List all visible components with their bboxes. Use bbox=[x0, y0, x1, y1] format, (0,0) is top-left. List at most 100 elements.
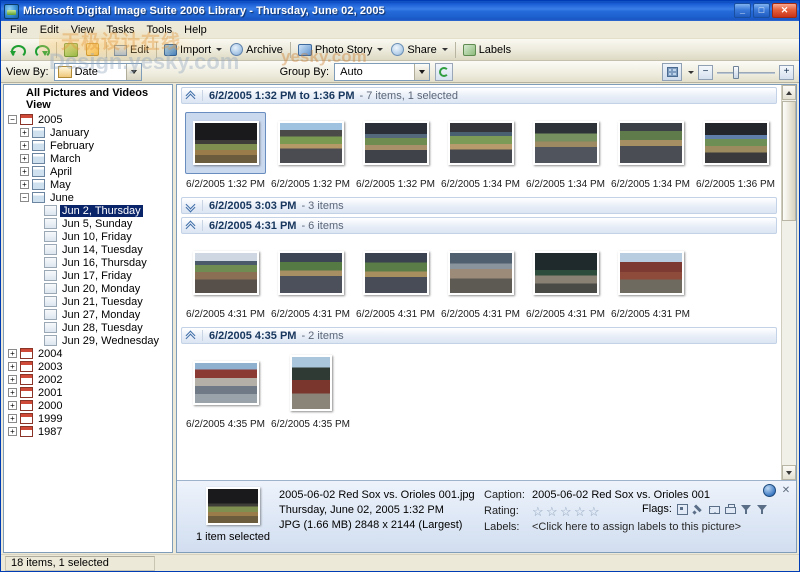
thumbnail-item[interactable]: 6/2/2005 1:32 PM bbox=[268, 110, 353, 190]
expand-icon[interactable]: + bbox=[20, 154, 29, 163]
tree-item-april[interactable]: + April bbox=[6, 165, 172, 178]
thumbnail-frame[interactable] bbox=[440, 112, 521, 174]
star-1[interactable]: ☆ bbox=[532, 505, 544, 518]
tree-root-row[interactable]: All Pictures and Videos View bbox=[4, 85, 172, 113]
help-icon[interactable] bbox=[763, 484, 776, 497]
archive-button[interactable]: Archive bbox=[226, 40, 287, 60]
thumbnail-frame[interactable] bbox=[610, 242, 691, 304]
details-thumbnail[interactable] bbox=[206, 487, 260, 525]
expand-icon[interactable]: + bbox=[20, 128, 29, 137]
tree-item-january[interactable]: + January bbox=[6, 126, 172, 139]
flag-funnel-icon[interactable] bbox=[741, 504, 752, 515]
thumbnail-frame[interactable] bbox=[440, 242, 521, 304]
view-by-combo[interactable]: Date bbox=[53, 62, 142, 81]
star-2[interactable]: ☆ bbox=[546, 505, 558, 518]
photo-story-button[interactable]: Photo Story bbox=[294, 40, 387, 60]
expand-icon[interactable]: + bbox=[8, 362, 17, 371]
collapse-icon[interactable]: − bbox=[20, 193, 29, 202]
tree-item-2003[interactable]: +2003 bbox=[6, 360, 172, 373]
tree-item-2002[interactable]: +2002 bbox=[6, 373, 172, 386]
thumbnail-item[interactable]: 6/2/2005 1:34 PM bbox=[523, 110, 608, 190]
thumbnail-item[interactable]: 6/2/2005 1:32 PM bbox=[183, 110, 268, 190]
tree-item-jun-28-tuesday[interactable]: Jun 28, Tuesday bbox=[6, 321, 172, 334]
thumbnail-item[interactable]: 6/2/2005 1:36 PM bbox=[693, 110, 778, 190]
caption-value[interactable]: 2005-06-02 Red Sox vs. Orioles 001 bbox=[532, 488, 792, 502]
menu-tasks[interactable]: Tasks bbox=[100, 22, 140, 38]
scroll-up-button[interactable] bbox=[782, 85, 796, 100]
thumbnail-frame[interactable] bbox=[610, 112, 691, 174]
tree-item-jun-27-monday[interactable]: Jun 27, Monday bbox=[6, 308, 172, 321]
tree-item-jun-21-tuesday[interactable]: Jun 21, Tuesday bbox=[6, 295, 172, 308]
group-header[interactable]: 6/2/2005 4:35 PM - 2 items bbox=[181, 327, 777, 344]
thumbnail-item[interactable]: 6/2/2005 4:35 PM bbox=[268, 350, 353, 430]
minimize-button[interactable]: _ bbox=[734, 3, 751, 18]
group-by-combo[interactable]: Auto bbox=[334, 62, 431, 81]
photo-thumbnail[interactable] bbox=[532, 121, 599, 165]
photo-story-chevron-down-icon[interactable] bbox=[377, 48, 384, 51]
star-5[interactable]: ☆ bbox=[588, 505, 600, 518]
thumbnail-frame[interactable] bbox=[270, 352, 351, 414]
expand-icon[interactable]: + bbox=[8, 414, 17, 423]
tree-item-june[interactable]: − June bbox=[6, 191, 172, 204]
thumbnail-item[interactable]: 6/2/2005 1:34 PM bbox=[608, 110, 693, 190]
chevron-up-icon[interactable] bbox=[185, 330, 197, 343]
tree-item-2004[interactable]: +2004 bbox=[6, 347, 172, 360]
expand-icon[interactable]: + bbox=[8, 349, 17, 358]
group-header[interactable]: 6/2/2005 4:31 PM - 6 items bbox=[181, 217, 777, 234]
photo-thumbnail[interactable] bbox=[192, 251, 259, 295]
details-close-icon[interactable]: ✕ bbox=[780, 485, 792, 497]
flag-funnel-2-icon[interactable] bbox=[757, 504, 768, 515]
expand-icon[interactable]: + bbox=[8, 401, 17, 410]
thumbnail-item[interactable]: 6/2/2005 4:35 PM bbox=[183, 350, 268, 430]
group-by-chevron-down-icon[interactable] bbox=[414, 63, 430, 80]
star-3[interactable]: ☆ bbox=[560, 505, 572, 518]
maximize-button[interactable]: □ bbox=[753, 3, 770, 18]
photo-thumbnail[interactable] bbox=[192, 361, 259, 405]
folder-tree-pane[interactable]: All Pictures and Videos View − 2005 + Janua… bbox=[3, 84, 173, 553]
edit-button[interactable]: Edit bbox=[110, 40, 153, 60]
photo-thumbnail[interactable] bbox=[532, 251, 599, 295]
tree-item-march[interactable]: + March bbox=[6, 152, 172, 165]
thumbnail-item[interactable]: 6/2/2005 4:31 PM bbox=[353, 240, 438, 320]
expand-icon[interactable]: + bbox=[20, 167, 29, 176]
tree-item-jun-16-thursday[interactable]: Jun 16, Thursday bbox=[6, 256, 172, 269]
photo-thumbnail[interactable] bbox=[277, 121, 344, 165]
thumbnail-item[interactable]: 6/2/2005 4:31 PM bbox=[268, 240, 353, 320]
refresh-button[interactable] bbox=[435, 62, 454, 81]
tree-item-jun-5-sunday[interactable]: Jun 5, Sunday bbox=[6, 217, 172, 230]
star-4[interactable]: ☆ bbox=[574, 505, 586, 518]
tree-item-jun-29-wednesday[interactable]: Jun 29, Wednesday bbox=[6, 334, 172, 347]
expand-icon[interactable]: + bbox=[20, 180, 29, 189]
share-button[interactable]: Share bbox=[387, 40, 451, 60]
thumbnail-selected[interactable] bbox=[185, 112, 266, 174]
thumbnail-item[interactable]: 6/2/2005 4:31 PM bbox=[183, 240, 268, 320]
fix-button[interactable] bbox=[60, 40, 82, 60]
photo-thumbnail[interactable] bbox=[362, 121, 429, 165]
tree-item-2005[interactable]: − 2005 bbox=[6, 113, 172, 126]
chevron-down-icon[interactable] bbox=[185, 199, 197, 212]
thumbnail-frame[interactable] bbox=[185, 352, 266, 414]
thumbnail-scroll-area[interactable]: 6/2/2005 1:32 PM to 1:36 PM - 7 items, 1 … bbox=[177, 85, 781, 480]
thumbnail-item[interactable]: 6/2/2005 4:31 PM bbox=[608, 240, 693, 320]
expand-icon[interactable]: + bbox=[8, 375, 17, 384]
vertical-scrollbar[interactable] bbox=[781, 85, 796, 480]
menu-help[interactable]: Help bbox=[178, 22, 213, 38]
menu-file[interactable]: File bbox=[4, 22, 34, 38]
tree-item-jun-10-friday[interactable]: Jun 10, Friday bbox=[6, 230, 172, 243]
thumbnail-item[interactable]: 6/2/2005 4:31 PM bbox=[438, 240, 523, 320]
photo-thumbnail[interactable] bbox=[617, 121, 684, 165]
redo-button[interactable] bbox=[29, 40, 53, 60]
photo-thumbnail[interactable] bbox=[362, 251, 429, 295]
labels-value[interactable]: <Click here to assign labels to this pic… bbox=[532, 520, 792, 534]
grid-view-chevron-down-icon[interactable] bbox=[688, 70, 694, 74]
tree-item-may[interactable]: + May bbox=[6, 178, 172, 191]
flag-mail-icon[interactable] bbox=[709, 506, 720, 514]
collapse-icon[interactable]: − bbox=[8, 115, 17, 124]
close-button[interactable]: ✕ bbox=[772, 3, 797, 18]
tree-item-february[interactable]: + February bbox=[6, 139, 172, 152]
menu-view[interactable]: View bbox=[65, 22, 101, 38]
grid-view-button[interactable] bbox=[662, 63, 682, 81]
photo-thumbnail[interactable] bbox=[447, 121, 514, 165]
tree-item-jun-17-friday[interactable]: Jun 17, Friday bbox=[6, 269, 172, 282]
expand-icon[interactable]: + bbox=[8, 427, 17, 436]
